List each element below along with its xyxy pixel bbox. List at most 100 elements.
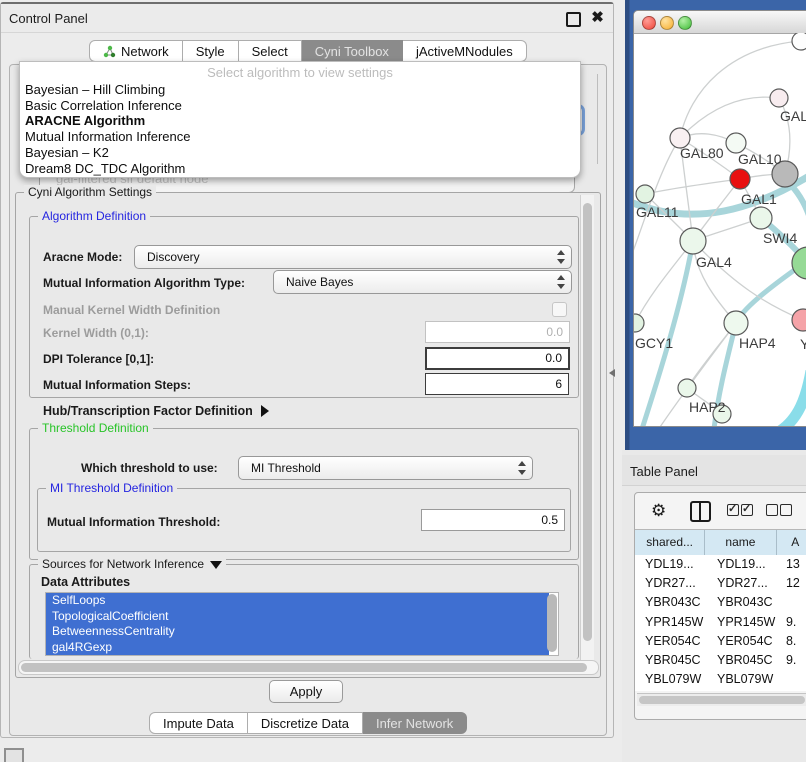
table-cell: 8. xyxy=(780,632,806,651)
column-header[interactable]: shared... xyxy=(635,530,705,555)
algorithm-option[interactable]: Dream8 DC_TDC Algorithm xyxy=(20,161,580,177)
splitter-arrow-icon[interactable] xyxy=(609,369,615,377)
cyni-bottom-tabs: Impute DataDiscretize DataInfer Network xyxy=(149,712,467,734)
zoom-traffic-light-icon[interactable] xyxy=(678,16,692,30)
table-cell: YBL079W xyxy=(707,670,780,689)
control-panel-tabs: Network Style Select Cyni Toolbox jActiveMNo… xyxy=(89,40,527,62)
node-label: GAL80 xyxy=(680,145,724,161)
mi-threshold-field[interactable]: 0.5 xyxy=(421,509,565,531)
threshold-definition-title: Threshold Definition xyxy=(38,421,153,435)
tab-infer-network[interactable]: Infer Network xyxy=(363,712,467,734)
network-node-gal10[interactable] xyxy=(726,133,746,153)
column-header[interactable]: name xyxy=(705,530,776,555)
network-node-y[interactable] xyxy=(792,309,806,331)
table-row[interactable]: YPR145WYPR145W9. xyxy=(635,613,806,632)
network-node-gcy1[interactable] xyxy=(634,314,644,332)
network-node-gal[interactable] xyxy=(770,89,788,107)
minimize-traffic-light-icon[interactable] xyxy=(660,16,674,30)
gear-icon[interactable]: ⚙ xyxy=(651,502,666,520)
tab-discretize-data[interactable]: Discretize Data xyxy=(248,712,363,734)
network-node-hap4[interactable] xyxy=(724,311,748,335)
node-label: HAP2 xyxy=(689,399,726,415)
apply-button[interactable]: Apply xyxy=(269,680,343,703)
network-node-gal1[interactable] xyxy=(730,169,750,189)
settings-horizontal-scrollbar[interactable] xyxy=(18,660,599,675)
node-label: GAL1 xyxy=(741,191,777,207)
table-horizontal-scrollbar[interactable] xyxy=(637,693,806,706)
algorithm-option[interactable]: Bayesian – K2 xyxy=(20,145,580,161)
control-panel-titlebar[interactable]: Control Panel ✖ xyxy=(1,4,613,33)
network-canvas[interactable]: GALGAL80GAL10GAL1GAL11SWI4GAL4GCY1HAP4YH… xyxy=(634,33,806,426)
table-row[interactable]: YBR045CYBR045C9. xyxy=(635,651,806,670)
table-row[interactable]: YDR27...YDR27...12 xyxy=(635,574,806,593)
table-row[interactable]: YER054CYER054C8. xyxy=(635,632,806,651)
which-threshold-combo[interactable]: MI Threshold xyxy=(238,456,533,480)
network-node-gal4[interactable] xyxy=(680,228,706,254)
float-window-icon[interactable] xyxy=(566,12,581,27)
dpi-tolerance-field[interactable]: 0.0 xyxy=(425,347,570,370)
network-window-titlebar[interactable] xyxy=(634,11,806,34)
kernel-width-field[interactable]: 0.0 xyxy=(425,321,570,343)
table-row[interactable]: YBL079WYBL079W xyxy=(635,670,806,689)
list-scrollbar[interactable] xyxy=(547,594,557,652)
tab-label: Cyni Toolbox xyxy=(315,44,389,59)
control-panel-window: Control Panel ✖ Network Style Select Cyni T… xyxy=(0,2,614,738)
inference-group-border-fragment xyxy=(597,74,598,164)
aracne-mode-value: Discovery xyxy=(147,250,200,264)
table-cell: 9. xyxy=(780,689,806,691)
close-traffic-light-icon[interactable] xyxy=(642,16,656,30)
data-attribute-item[interactable]: SelfLoops xyxy=(46,593,549,609)
table-row[interactable]: YDL19...YDL19...13 xyxy=(635,555,806,574)
algorithm-option[interactable]: ARACNE Algorithm xyxy=(20,113,580,129)
table-panel-titlebar[interactable]: Table Panel xyxy=(622,455,806,486)
table-cell: 12 xyxy=(780,574,806,593)
close-icon[interactable]: ✖ xyxy=(590,10,605,25)
select-all-checkbox-icon[interactable] xyxy=(741,504,753,516)
tab-label: Select xyxy=(252,44,288,59)
hub-definition-expander[interactable]: Hub/Transcription Factor Definition xyxy=(43,402,269,420)
network-node[interactable] xyxy=(792,33,806,50)
aracne-mode-combo[interactable]: Discovery xyxy=(134,245,572,269)
algorithm-option[interactable]: Bayesian – Hill Climbing xyxy=(20,82,580,98)
tab-style[interactable]: Style xyxy=(183,40,239,62)
mi-steps-field[interactable]: 6 xyxy=(425,373,569,395)
network-node-gal11[interactable] xyxy=(636,185,654,203)
network-node-swi4[interactable] xyxy=(750,207,772,229)
which-threshold-label: Which threshold to use: xyxy=(81,461,218,475)
network-node-hap2[interactable] xyxy=(678,379,696,397)
data-attribute-item[interactable]: gal4RGexp xyxy=(46,640,549,656)
docked-panel-icon[interactable] xyxy=(4,748,24,762)
table-row[interactable]: YBR043CYBR043C xyxy=(635,593,806,612)
column-layout-icon[interactable] xyxy=(690,501,711,522)
select-all-checkbox-icon[interactable] xyxy=(727,504,739,516)
screen: Control Panel ✖ Network Style Select Cyni T… xyxy=(0,0,806,762)
deselect-all-checkbox-icon[interactable] xyxy=(766,504,778,516)
sources-group-title[interactable]: Sources for Network Inference xyxy=(38,557,226,571)
tab-label: Network xyxy=(121,44,169,59)
table-cell: YDL19... xyxy=(635,555,707,574)
table-row[interactable]: YLR345WYLR345W9. xyxy=(635,689,806,691)
deselect-all-checkbox-icon[interactable] xyxy=(780,504,792,516)
tab-select[interactable]: Select xyxy=(239,40,302,62)
data-attribute-item[interactable]: BetweennessCentrality xyxy=(46,624,549,640)
tab-cyni-toolbox[interactable]: Cyni Toolbox xyxy=(302,40,403,62)
manual-kernel-checkbox[interactable] xyxy=(552,302,567,317)
mi-threshold-label: Mutual Information Threshold: xyxy=(47,515,220,529)
table-cell: 9. xyxy=(780,651,806,670)
algorithm-option[interactable]: Basic Correlation Inference xyxy=(20,98,580,114)
mi-type-combo[interactable]: Naive Bayes xyxy=(273,270,572,294)
data-attribute-item[interactable]: TopologicalCoefficient xyxy=(46,609,549,625)
tab-impute-data[interactable]: Impute Data xyxy=(149,712,248,734)
network-window: GALGAL80GAL10GAL1GAL11SWI4GAL4GCY1HAP4YH… xyxy=(633,10,806,427)
hub-definition-label: Hub/Transcription Factor Definition xyxy=(43,404,253,418)
column-header[interactable]: A xyxy=(777,530,806,555)
tab-network[interactable]: Network xyxy=(89,40,183,62)
tab-jactivemnodules[interactable]: jActiveMNodules xyxy=(403,40,527,62)
node-label: GAL10 xyxy=(738,151,782,167)
algorithm-option[interactable]: Mutual Information Inference xyxy=(20,129,580,145)
algorithm-popup-list: Bayesian – Hill ClimbingBasic Correlatio… xyxy=(20,82,580,176)
data-attributes-list[interactable]: SelfLoopsTopologicalCoefficientBetweenne… xyxy=(45,592,559,656)
control-panel-title: Control Panel xyxy=(9,11,88,26)
settings-vertical-scrollbar[interactable] xyxy=(580,195,594,661)
mi-type-value: Naive Bayes xyxy=(286,275,353,289)
